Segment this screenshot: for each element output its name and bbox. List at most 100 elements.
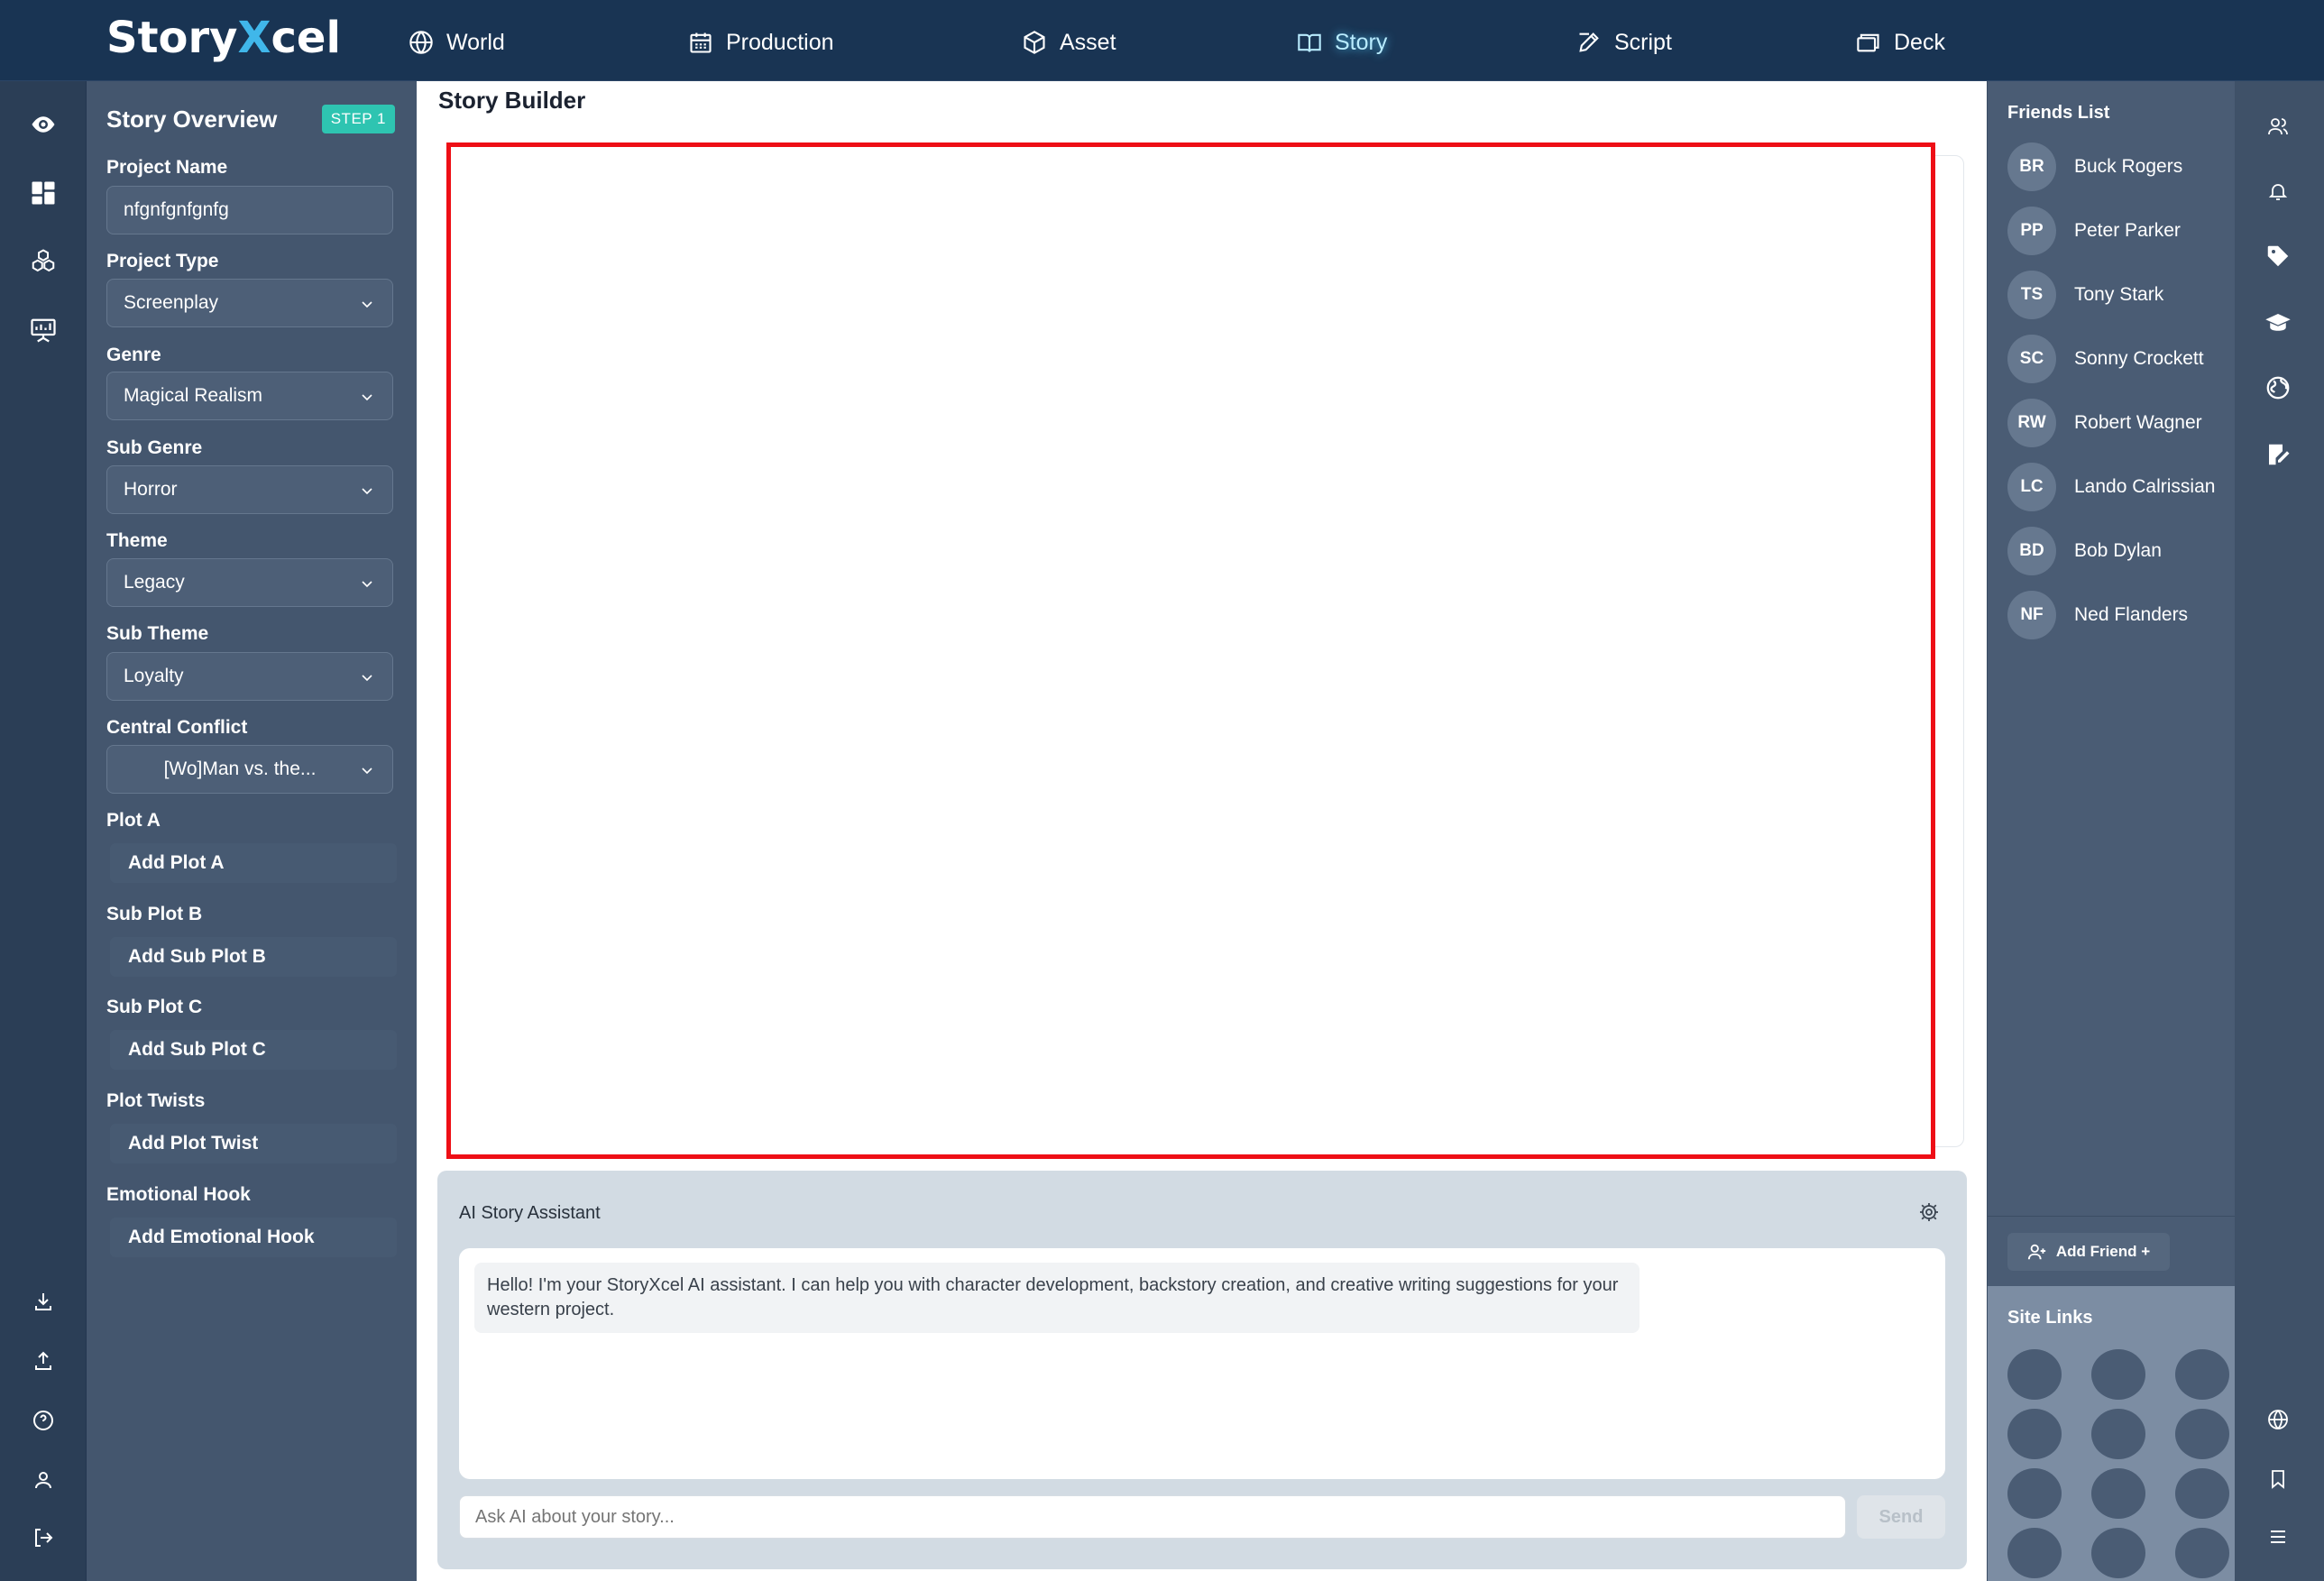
step-badge: STEP 1	[321, 105, 395, 133]
users-icon[interactable]	[2262, 110, 2294, 142]
site-link-8[interactable]	[2091, 1468, 2145, 1519]
user-icon[interactable]	[27, 1464, 60, 1496]
download-icon[interactable]	[27, 1285, 60, 1318]
add-plot-twist-button[interactable]: Add Plot Twist	[110, 1124, 397, 1163]
project-name-input[interactable]: nfgnfgnfgnfg	[106, 186, 393, 234]
sub-genre-select[interactable]: Horror	[106, 465, 393, 514]
nav-deck[interactable]: Deck	[1856, 27, 1945, 58]
nav-story-label: Story	[1335, 29, 1388, 55]
story-overview-panel: Story Overview STEP 1 Project Name nfgnf…	[87, 81, 417, 1581]
avatar: SC	[2007, 335, 2056, 383]
emotional-hook-label: Emotional Hook	[106, 1184, 251, 1205]
nav-asset-label: Asset	[1060, 29, 1116, 55]
sub-plot-c-label: Sub Plot C	[106, 997, 203, 1017]
ai-message-bubble: Hello! I'm your StoryXcel AI assistant. …	[474, 1263, 1640, 1333]
globe-icon[interactable]	[2262, 1403, 2294, 1436]
friend-item[interactable]: NF Ned Flanders	[2007, 590, 2233, 640]
friend-item[interactable]: LC Lando Calrissian	[2007, 462, 2233, 512]
eye-icon[interactable]	[27, 108, 60, 141]
genre-select[interactable]: Magical Realism	[106, 372, 393, 420]
sub-plot-b-label: Sub Plot B	[106, 904, 203, 924]
friend-name: Ned Flanders	[2074, 604, 2189, 625]
presentation-icon[interactable]	[27, 314, 60, 346]
friend-item[interactable]: TS Tony Stark	[2007, 270, 2233, 320]
nav-world[interactable]: World	[409, 27, 505, 58]
theme-value: Legacy	[124, 572, 185, 593]
chevron-down-icon	[362, 581, 372, 588]
nav-story[interactable]: Story	[1297, 27, 1387, 58]
project-name-label: Project Name	[106, 157, 228, 178]
bookmark-icon[interactable]	[2262, 1463, 2294, 1495]
globe-hand-icon[interactable]	[2262, 372, 2294, 404]
graduation-cap-icon[interactable]	[2262, 307, 2294, 339]
friends-list-title: Friends List	[2007, 103, 2110, 123]
nav-script[interactable]: Script	[1576, 27, 1672, 58]
friend-name: Bob Dylan	[2074, 540, 2162, 561]
tag-icon[interactable]	[2262, 240, 2294, 272]
site-link-5[interactable]	[2091, 1409, 2145, 1459]
logout-icon[interactable]	[27, 1521, 60, 1554]
nav-deck-label: Deck	[1894, 29, 1945, 55]
user-plus-icon	[2027, 1244, 2045, 1260]
gear-icon[interactable]	[1918, 1201, 1940, 1223]
upload-icon[interactable]	[27, 1345, 60, 1377]
menu-icon[interactable]	[2262, 1521, 2294, 1553]
site-link-10[interactable]	[2007, 1528, 2062, 1578]
app-logo[interactable]: StoryXcel	[106, 13, 341, 63]
site-link-3[interactable]	[2175, 1349, 2229, 1400]
top-navigation-bar: StoryXcel World Production Asset Story S…	[0, 0, 2324, 81]
add-friend-button[interactable]: Add Friend +	[2007, 1233, 2170, 1271]
friend-item[interactable]: RW Robert Wagner	[2007, 398, 2233, 448]
site-link-6[interactable]	[2175, 1409, 2229, 1459]
site-links-title: Site Links	[2007, 1308, 2093, 1328]
project-type-select[interactable]: Screenplay	[106, 279, 393, 327]
avatar: NF	[2007, 591, 2056, 639]
add-sub-plot-c-button[interactable]: Add Sub Plot C	[110, 1030, 397, 1070]
send-button[interactable]: Send	[1857, 1495, 1945, 1539]
notes-icon[interactable]	[2262, 438, 2294, 471]
site-link-12[interactable]	[2175, 1528, 2229, 1578]
chevron-down-icon	[362, 768, 372, 775]
add-plot-a-button[interactable]: Add Plot A	[110, 843, 397, 883]
sub-theme-select[interactable]: Loyalty	[106, 652, 393, 701]
plot-a-label: Plot A	[106, 810, 161, 831]
project-name-value: nfgnfgnfgnfg	[124, 199, 229, 220]
ai-prompt-input[interactable]	[459, 1495, 1846, 1539]
ai-chat-window: Hello! I'm your StoryXcel AI assistant. …	[459, 1248, 1945, 1479]
site-link-9[interactable]	[2175, 1468, 2229, 1519]
add-emotional-hook-button[interactable]: Add Emotional Hook	[110, 1218, 397, 1257]
nav-asset[interactable]: Asset	[1022, 27, 1116, 58]
story-overview-title: Story Overview	[106, 105, 278, 133]
story-builder-canvas[interactable]	[446, 142, 1935, 1159]
ai-assistant-title: AI Story Assistant	[459, 1203, 601, 1223]
site-link-4[interactable]	[2007, 1409, 2062, 1459]
dashboard-icon[interactable]	[27, 177, 60, 209]
avatar: TS	[2007, 271, 2056, 319]
central-conflict-select[interactable]: [Wo]Man vs. the...	[106, 745, 393, 794]
friend-item[interactable]: SC Sonny Crockett	[2007, 334, 2233, 384]
theme-select[interactable]: Legacy	[106, 558, 393, 607]
chevron-down-icon	[362, 301, 372, 308]
site-link-11[interactable]	[2091, 1528, 2145, 1578]
sub-theme-label: Sub Theme	[106, 623, 209, 644]
right-icon-rail	[2235, 81, 2324, 1581]
bell-icon[interactable]	[2262, 175, 2294, 207]
site-link-1[interactable]	[2007, 1349, 2062, 1400]
add-sub-plot-b-button[interactable]: Add Sub Plot B	[110, 937, 397, 977]
project-type-value: Screenplay	[124, 292, 219, 313]
site-link-2[interactable]	[2091, 1349, 2145, 1400]
genre-label: Genre	[106, 345, 161, 365]
left-icon-rail	[0, 81, 87, 1581]
site-link-7[interactable]	[2007, 1468, 2062, 1519]
page-title: Story Builder	[438, 87, 586, 114]
avatar: BR	[2007, 142, 2056, 191]
friend-item[interactable]: PP Peter Parker	[2007, 206, 2233, 256]
friend-name: Buck Rogers	[2074, 156, 2183, 177]
calendar-icon	[690, 32, 712, 53]
friend-item[interactable]: BD Bob Dylan	[2007, 526, 2233, 576]
nav-production[interactable]: Production	[688, 27, 834, 58]
friend-item[interactable]: BR Buck Rogers	[2007, 142, 2233, 192]
main-content: Story Builder AI Story Assistant Hello! …	[417, 81, 1987, 1581]
help-icon[interactable]	[27, 1404, 60, 1437]
cubes-icon[interactable]	[27, 245, 60, 278]
